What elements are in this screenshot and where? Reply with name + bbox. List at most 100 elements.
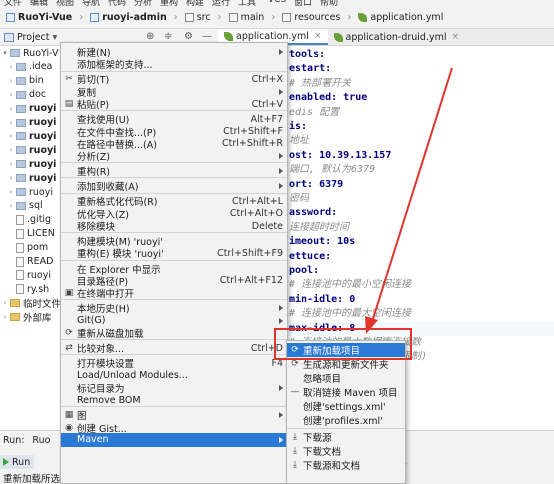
breadcrumb-item[interactable]: resources bbox=[280, 12, 342, 23]
expand-arrow-icon[interactable]: › bbox=[6, 188, 16, 196]
breadcrumb-item[interactable]: src bbox=[183, 12, 213, 23]
expand-arrow-icon[interactable]: › bbox=[6, 132, 16, 140]
project-title[interactable]: Project bbox=[17, 32, 50, 43]
tree-item[interactable]: ruoyi bbox=[0, 268, 62, 282]
submenu-arrow-icon bbox=[279, 153, 283, 160]
run-config-tab[interactable]: Ruo bbox=[32, 435, 50, 446]
tree-item[interactable]: › ruoyi bbox=[0, 102, 62, 116]
menu-item-r[interactable]: 重构(R) bbox=[61, 164, 287, 178]
menu-item-label: 重新加载项目 bbox=[303, 346, 361, 357]
maven-submenu: ⟳ 重新加载项目 ⟳ 生成源和更新文件夹 忽略项目 — 取消链接 Maven 项目 创建'se… bbox=[286, 340, 406, 484]
menubar-item[interactable]: 运行 bbox=[212, 0, 230, 7]
menu-item-settings-xml[interactable]: 创建'settings.xml' bbox=[287, 399, 405, 413]
tree-item[interactable]: › ruoyi bbox=[0, 129, 62, 143]
tree-item[interactable]: .gitig bbox=[0, 213, 62, 227]
menu-item-item[interactable]: ▣ 在终端中打开 bbox=[61, 286, 287, 300]
menu-item-item[interactable]: ⤓ 下载源 bbox=[287, 430, 405, 444]
menu-item-remove-bom[interactable]: Remove BOM bbox=[61, 393, 287, 407]
menubar-item[interactable]: 视图 bbox=[56, 0, 74, 7]
tree-item[interactable]: ▾ RuoYi-V bbox=[0, 46, 62, 60]
menu-item-p[interactable]: ▤ 粘贴(P) Ctrl+V bbox=[61, 97, 287, 112]
menubar-item[interactable]: 帮助 bbox=[320, 0, 338, 7]
expand-arrow-icon[interactable]: › bbox=[6, 91, 16, 99]
menu-item-item[interactable]: ⟳ 重新加载项目 bbox=[287, 343, 405, 357]
tree-item[interactable]: ry.sh bbox=[0, 282, 62, 296]
menu-item-item[interactable]: ⟳ 重新从磁盘加载 bbox=[61, 326, 287, 340]
menubar-item[interactable]: 分析 bbox=[134, 0, 152, 7]
expand-arrow-icon[interactable]: › bbox=[6, 202, 16, 210]
collapse-all-icon[interactable]: ≑ bbox=[164, 31, 172, 42]
tree-item[interactable]: LICEN bbox=[0, 227, 62, 241]
tree-item[interactable]: › doc bbox=[0, 88, 62, 102]
menubar-item[interactable]: 导航 bbox=[82, 0, 100, 7]
expand-arrow-icon[interactable]: › bbox=[0, 313, 10, 321]
tree-item[interactable]: › ruoyi bbox=[0, 157, 62, 171]
tree-item[interactable]: READ bbox=[0, 255, 62, 269]
menu-item-label: 重新从磁盘加载 bbox=[77, 328, 144, 340]
run-tab[interactable]: Run bbox=[0, 455, 35, 469]
tree-item[interactable]: › 临时文件 bbox=[0, 296, 62, 310]
menu-item-label: 添加到收藏(A) bbox=[77, 182, 139, 194]
gear-icon[interactable]: ⚙ bbox=[184, 31, 193, 42]
menu-item-e-ruoyi[interactable]: 重构(E) 模块 'ruoyi' Ctrl+Shift+F9 bbox=[61, 246, 287, 261]
expand-arrow-icon[interactable]: ▾ bbox=[0, 49, 10, 57]
menubar-item[interactable]: 工具 bbox=[238, 0, 256, 7]
tree-item[interactable]: pom bbox=[0, 241, 62, 255]
menu-item-label: 取消链接 Maven 项目 bbox=[303, 388, 398, 399]
menu-item-item[interactable]: ⤓ 下载源和文档 bbox=[287, 458, 405, 472]
menubar-item[interactable]: 代码 bbox=[108, 0, 126, 7]
menu-item-item[interactable]: ⇄ 比较对象... Ctrl+D bbox=[61, 341, 287, 356]
expand-arrow-icon[interactable]: › bbox=[6, 146, 16, 154]
menu-item-item[interactable]: 添加框架的支持... bbox=[61, 57, 287, 71]
folder-icon bbox=[282, 13, 292, 22]
expand-arrow-icon[interactable]: › bbox=[6, 160, 16, 168]
tree-item[interactable]: › ruoyi bbox=[0, 143, 62, 157]
menu-item-icon: ▦ bbox=[64, 410, 74, 421]
breadcrumb-item[interactable]: application.yml bbox=[356, 12, 445, 23]
close-icon[interactable]: × bbox=[314, 31, 322, 41]
menu-item-maven[interactable]: — 取消链接 Maven 项目 bbox=[287, 385, 405, 399]
menu-item-item[interactable]: 移除模块 Delete bbox=[61, 219, 287, 234]
menubar-item[interactable]: 窗口 bbox=[294, 0, 312, 7]
menu-item-z[interactable]: 分析(Z) bbox=[61, 149, 287, 163]
tree-item[interactable]: › ruoyi bbox=[0, 116, 62, 130]
expand-arrow-icon[interactable]: › bbox=[0, 299, 10, 307]
tree-item[interactable]: › .idea bbox=[0, 60, 62, 74]
code-line: # 热部署开关 bbox=[289, 77, 352, 89]
breadcrumb-item[interactable]: RuoYi-Vue bbox=[4, 12, 74, 23]
menu-item-shortcut: Ctrl+V bbox=[251, 98, 283, 110]
close-icon[interactable]: × bbox=[452, 32, 460, 42]
editor-tab-application-druid-yml[interactable]: application-druid.yml × bbox=[328, 29, 466, 45]
menubar-item[interactable]: 编辑 bbox=[30, 0, 48, 7]
tree-item-label: .gitig bbox=[27, 214, 52, 226]
menubar-item[interactable]: 文件 bbox=[4, 0, 22, 7]
locate-icon[interactable]: ⊕ bbox=[146, 31, 154, 42]
menu-item-item[interactable]: ⤓ 下载文档 bbox=[287, 444, 405, 458]
expand-arrow-icon[interactable]: › bbox=[6, 77, 16, 85]
menu-item-icon: ⟳ bbox=[291, 359, 299, 369]
menu-item-maven[interactable]: Maven bbox=[61, 432, 287, 447]
expand-arrow-icon[interactable]: › bbox=[6, 63, 16, 71]
tree-item[interactable]: › sql bbox=[0, 199, 62, 213]
folder-icon bbox=[16, 174, 26, 183]
menu-item-a[interactable]: 添加到收藏(A) bbox=[61, 179, 287, 193]
breadcrumb-item[interactable]: ruoyi-admin bbox=[88, 12, 169, 23]
tree-item[interactable]: › bin bbox=[0, 74, 62, 88]
tree-item[interactable]: › ruoyi bbox=[0, 185, 62, 199]
breadcrumb-item[interactable]: main bbox=[227, 12, 267, 23]
menu-item-item[interactable]: 忽略项目 bbox=[287, 371, 405, 385]
tree-item[interactable]: › 外部库 bbox=[0, 310, 62, 324]
menu-item-item[interactable]: ⟳ 生成源和更新文件夹 bbox=[287, 357, 405, 371]
expand-arrow-icon[interactable]: › bbox=[6, 105, 16, 113]
menubar-item[interactable]: 构建 bbox=[186, 0, 204, 7]
hide-icon[interactable]: — bbox=[202, 31, 212, 42]
folder-icon bbox=[16, 104, 26, 113]
menubar-item[interactable]: VCS bbox=[268, 0, 286, 5]
chevron-down-icon[interactable]: ▾ bbox=[53, 32, 58, 43]
expand-arrow-icon[interactable]: › bbox=[6, 174, 16, 182]
tree-item[interactable]: › ruoyi bbox=[0, 171, 62, 185]
menu-item-profiles-xml[interactable]: 创建'profiles.xml' bbox=[287, 413, 405, 427]
tree-item-label: RuoYi-V bbox=[23, 47, 59, 59]
expand-arrow-icon[interactable]: › bbox=[6, 119, 16, 127]
menubar-item[interactable]: 重构 bbox=[160, 0, 178, 7]
